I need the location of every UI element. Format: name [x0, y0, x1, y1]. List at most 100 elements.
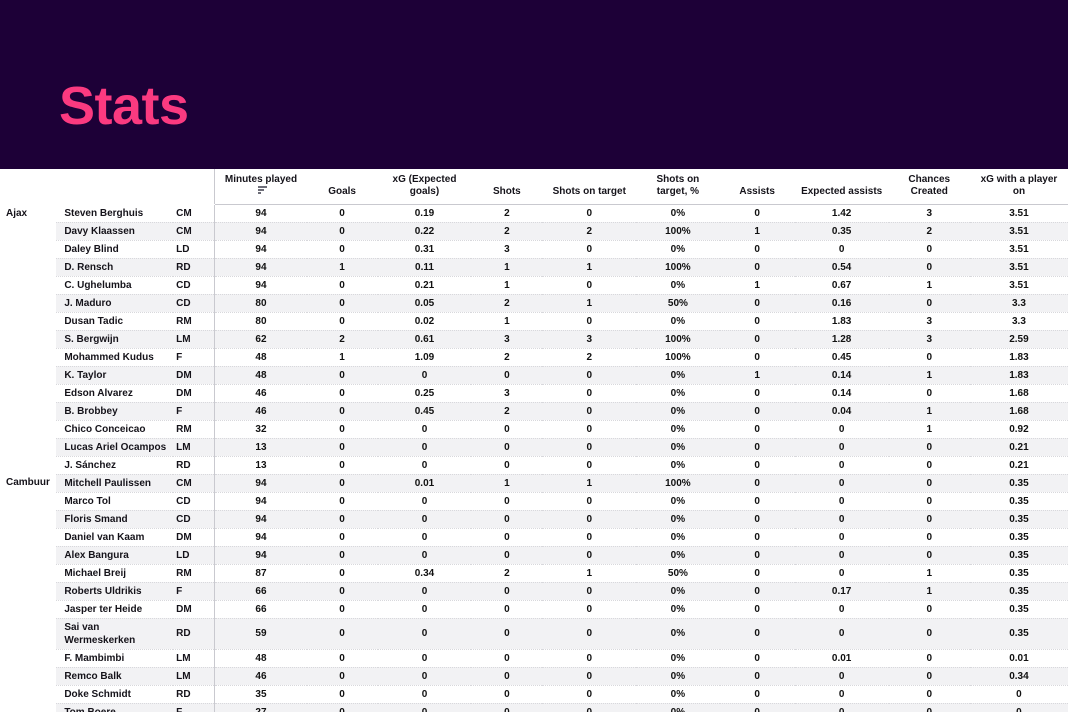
table-row[interactable]: Daniel van Kaam DM 94 0 0 0 0 0% 0 0 0 0.35: [0, 528, 1068, 547]
cell-assists: 0: [719, 240, 795, 259]
cell-xgon: 3.51: [969, 258, 1068, 277]
cell-xa: 0: [794, 600, 889, 619]
table-row[interactable]: Ajax Steven Berghuis CM 94 0 0.19 2 0 0% 0 1.42 3 3.…: [0, 204, 1068, 223]
table-row[interactable]: F. Mambimbi LM 48 0 0 0 0 0% 0 0.01 0 0.01: [0, 649, 1068, 668]
cell-min: 13: [214, 456, 307, 475]
cell-shots: 0: [471, 456, 543, 475]
cell-player: Davy Klaassen: [56, 222, 174, 241]
cell-sot: 0: [542, 528, 637, 547]
col-header-team[interactable]: [0, 169, 57, 205]
cell-team: Cambuur: [0, 474, 57, 493]
table-row[interactable]: Davy Klaassen CM 94 0 0.22 2 2 100% 1 0.35 2 3.51: [0, 222, 1068, 241]
cell-xg: 0.01: [377, 474, 472, 493]
cell-team: [0, 402, 57, 421]
col-header-shots[interactable]: Shots: [471, 169, 543, 205]
cell-min: 80: [214, 312, 307, 331]
cell-sotpct: 0%: [636, 366, 720, 385]
table-row[interactable]: C. Ughelumba CD 94 0 0.21 1 0 0% 1 0.67 1 3.51: [0, 276, 1068, 295]
cell-xa: 0: [794, 456, 889, 475]
cell-xg: 0: [377, 667, 472, 686]
table-row[interactable]: Tom BoereF2700000%0000: [0, 703, 1068, 712]
table-row[interactable]: Mohammed Kudus F 48 1 1.09 2 2 100% 0 0.45 0 1.83: [0, 348, 1068, 367]
col-header-position[interactable]: [173, 169, 215, 205]
table-row[interactable]: K. Taylor DM 48 0 0 0 0 0% 1 0.14 1 1.83: [0, 366, 1068, 385]
table-row[interactable]: Cambuur Mitchell Paulissen CM 94 0 0.01 1 1 100%…: [0, 474, 1068, 493]
table-row[interactable]: B. Brobbey F 46 0 0.45 2 0 0% 0 0.04 1 1.68: [0, 402, 1068, 421]
cell-assists: 0: [719, 685, 795, 704]
cell-goals: 0: [306, 204, 378, 223]
col-header-goals[interactable]: Goals: [306, 169, 378, 205]
cell-xg: 0: [377, 366, 472, 385]
table-row[interactable]: Daley Blind LD 94 0 0.31 3 0 0% 0 0 0 3.51: [0, 240, 1068, 259]
cell-player: S. Bergwijn: [56, 330, 174, 349]
col-header-expected-assists[interactable]: Expected assists: [794, 169, 889, 205]
slide-root: Stats Minutes played Goals xG (Expected …: [0, 0, 1068, 712]
cell-xg: 0.05: [377, 294, 472, 313]
cell-team: [0, 348, 57, 367]
col-header-shots-on-target-pct[interactable]: Shots on target, %: [636, 169, 720, 205]
sort-descending-icon[interactable]: [258, 186, 268, 194]
cell-xg: 0: [377, 546, 472, 565]
cell-shots: 1: [471, 258, 543, 277]
cell-shots: 0: [471, 600, 543, 619]
cell-xg: 0: [377, 618, 472, 650]
cell-chances: 1: [888, 582, 970, 601]
cell-assists: 0: [719, 456, 795, 475]
cell-sot: 0: [542, 204, 637, 223]
page-title: Stats: [59, 76, 189, 136]
cell-shots: 0: [471, 366, 543, 385]
cell-min: 94: [214, 510, 307, 529]
table-row[interactable]: Doke Schmidt RD 35 0 0 0 0 0% 0 0 0 0: [0, 685, 1068, 704]
cell-chances: 3: [888, 204, 970, 223]
col-header-xg[interactable]: xG (Expected goals): [377, 169, 472, 205]
cell-sotpct: 0%: [636, 402, 720, 421]
table-row[interactable]: Chico Conceicao RM 32 0 0 0 0 0% 0 0 1 0.92: [0, 420, 1068, 439]
cell-shots: 2: [471, 402, 543, 421]
cell-sotpct: 0%: [636, 456, 720, 475]
col-header-player[interactable]: [56, 169, 174, 205]
table-row[interactable]: Edson Alvarez DM 46 0 0.25 3 0 0% 0 0.14 0 1.68: [0, 384, 1068, 403]
cell-team: [0, 456, 57, 475]
table-row[interactable]: Jasper ter Heide DM 66 0 0 0 0 0% 0 0 0 0.35: [0, 600, 1068, 619]
cell-player: Remco Balk: [56, 667, 174, 686]
cell-sot: 3: [542, 330, 637, 349]
col-header-shots-on-target[interactable]: Shots on target: [542, 169, 637, 205]
cell-xa: 0.17: [794, 582, 889, 601]
cell-assists: 1: [719, 276, 795, 295]
cell-xgon: 0: [969, 703, 1068, 712]
table-row[interactable]: Lucas Ariel Ocampos LM 13 0 0 0 0 0% 0 0 0 0.21: [0, 438, 1068, 457]
col-header-assists[interactable]: Assists: [719, 169, 795, 205]
table-row[interactable]: Michael Breij RM 87 0 0.34 2 1 50% 0 0 1 0.35: [0, 564, 1068, 583]
col-header-minutes-played[interactable]: Minutes played: [214, 169, 307, 205]
cell-chances: 1: [888, 366, 970, 385]
cell-sotpct: 0%: [636, 276, 720, 295]
cell-player: Doke Schmidt: [56, 685, 174, 704]
table-row[interactable]: Marco Tol CD 94 0 0 0 0 0% 0 0 0 0.35: [0, 492, 1068, 511]
table-row[interactable]: J. Maduro CD 80 0 0.05 2 1 50% 0 0.16 0 3.3: [0, 294, 1068, 313]
cell-chances: 0: [888, 438, 970, 457]
col-header-chances-created[interactable]: Chances Created: [888, 169, 970, 205]
cell-min: 13: [214, 438, 307, 457]
cell-goals: 0: [306, 222, 378, 241]
cell-xg: 0: [377, 492, 472, 511]
cell-chances: 0: [888, 703, 970, 712]
cell-goals: 0: [306, 546, 378, 565]
table-row[interactable]: Dusan Tadic RM 80 0 0.02 1 0 0% 0 1.83 3 3.3: [0, 312, 1068, 331]
table-row[interactable]: Roberts Uldrikis F 66 0 0 0 0 0% 0 0.17 1 0.35: [0, 582, 1068, 601]
cell-player: Daniel van Kaam: [56, 528, 174, 547]
table-row[interactable]: S. Bergwijn LM 62 2 0.61 3 3 100% 0 1.28 3 2.59: [0, 330, 1068, 349]
cell-pos: DM: [173, 528, 216, 547]
cell-sotpct: 50%: [636, 294, 720, 313]
cell-xgon: 0.34: [969, 667, 1068, 686]
cell-xa: 0.16: [794, 294, 889, 313]
cell-assists: 0: [719, 492, 795, 511]
table-row[interactable]: Sai van Wermeskerken RD 59 0 0 0 0 0% 0 0 0 0.35: [0, 618, 1068, 650]
col-header-xg-with-player-on[interactable]: xG with a player on: [969, 169, 1068, 205]
cell-sotpct: 0%: [636, 204, 720, 223]
cell-xg: 0.61: [377, 330, 472, 349]
table-row[interactable]: J. Sánchez RD 13 0 0 0 0 0% 0 0 0 0.21: [0, 456, 1068, 475]
table-row[interactable]: Floris Smand CD 94 0 0 0 0 0% 0 0 0 0.35: [0, 510, 1068, 529]
table-row[interactable]: D. Rensch RD 94 1 0.11 1 1 100% 0 0.54 0 3.51: [0, 258, 1068, 277]
table-row[interactable]: Alex Bangura LD 94 0 0 0 0 0% 0 0 0 0.35: [0, 546, 1068, 565]
table-row[interactable]: Remco Balk LM 46 0 0 0 0 0% 0 0 0 0.34: [0, 667, 1068, 686]
